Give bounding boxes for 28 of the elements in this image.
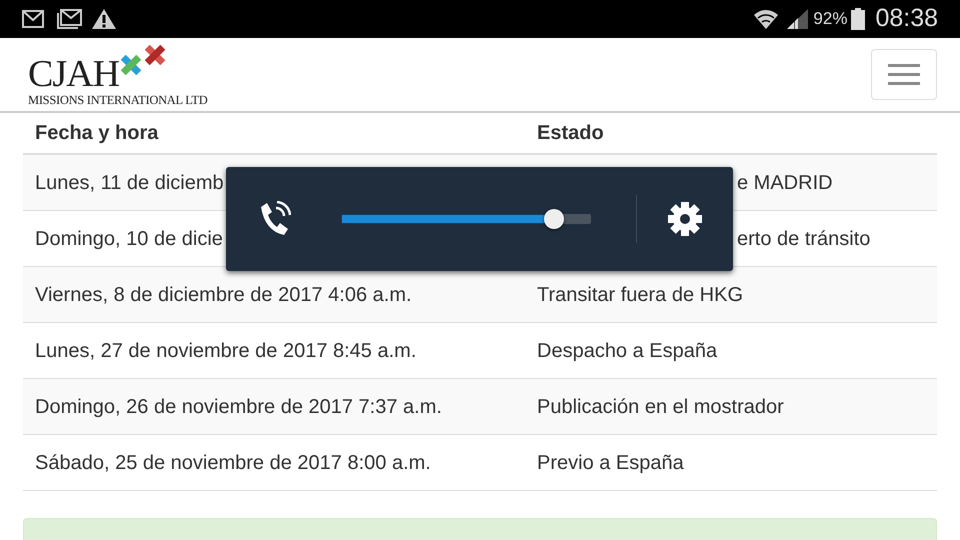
table-cell-text: Publicación en el mostrador [536, 394, 785, 420]
battery-percentage: 92% [813, 8, 848, 30]
table-cell-text: Previo a España [536, 450, 685, 476]
mail-icon [22, 10, 44, 28]
logo-subtitle: MISSIONS INTERNATIONAL LTD [28, 92, 208, 106]
menu-button[interactable] [871, 49, 937, 100]
table-cell-text: Sábado, 25 de noviembre de 2017 8:00 a.m. [34, 450, 432, 476]
table-cell-text: Transitar fuera de HKG [536, 282, 744, 308]
table-cell-text: Viernes, 8 de diciembre de 2017 4:06 a.m. [34, 282, 413, 308]
settings-icon[interactable] [667, 201, 703, 237]
logo-text: CJAH [28, 54, 120, 92]
table-cell-text: Lunes, 27 de noviembre de 2017 8:45 a.m. [34, 338, 418, 364]
column-header: Fecha y hora [34, 121, 160, 146]
table-cell-text: Domingo, 26 de noviembre de 2017 7:37 a.m. [34, 394, 443, 420]
clock-time: 08:38 [875, 3, 938, 34]
table-cell-text: erto de tránsito [736, 226, 870, 252]
battery-icon [851, 8, 866, 30]
signal-icon [785, 8, 810, 30]
table-cell-text: e MADRID [736, 170, 833, 196]
mail-icon [56, 9, 82, 29]
table-cell-text: Despacho a España [536, 338, 718, 364]
wifi-icon [753, 7, 780, 31]
warning-icon [91, 8, 117, 30]
slider-thumb[interactable] [544, 209, 564, 229]
volume-slider[interactable] [341, 209, 591, 229]
table-cell-text: Domingo, 10 de dicie [34, 226, 224, 252]
table-cell-text: Lunes, 11 de diciemb [34, 170, 225, 196]
column-header: Estado [536, 121, 605, 146]
